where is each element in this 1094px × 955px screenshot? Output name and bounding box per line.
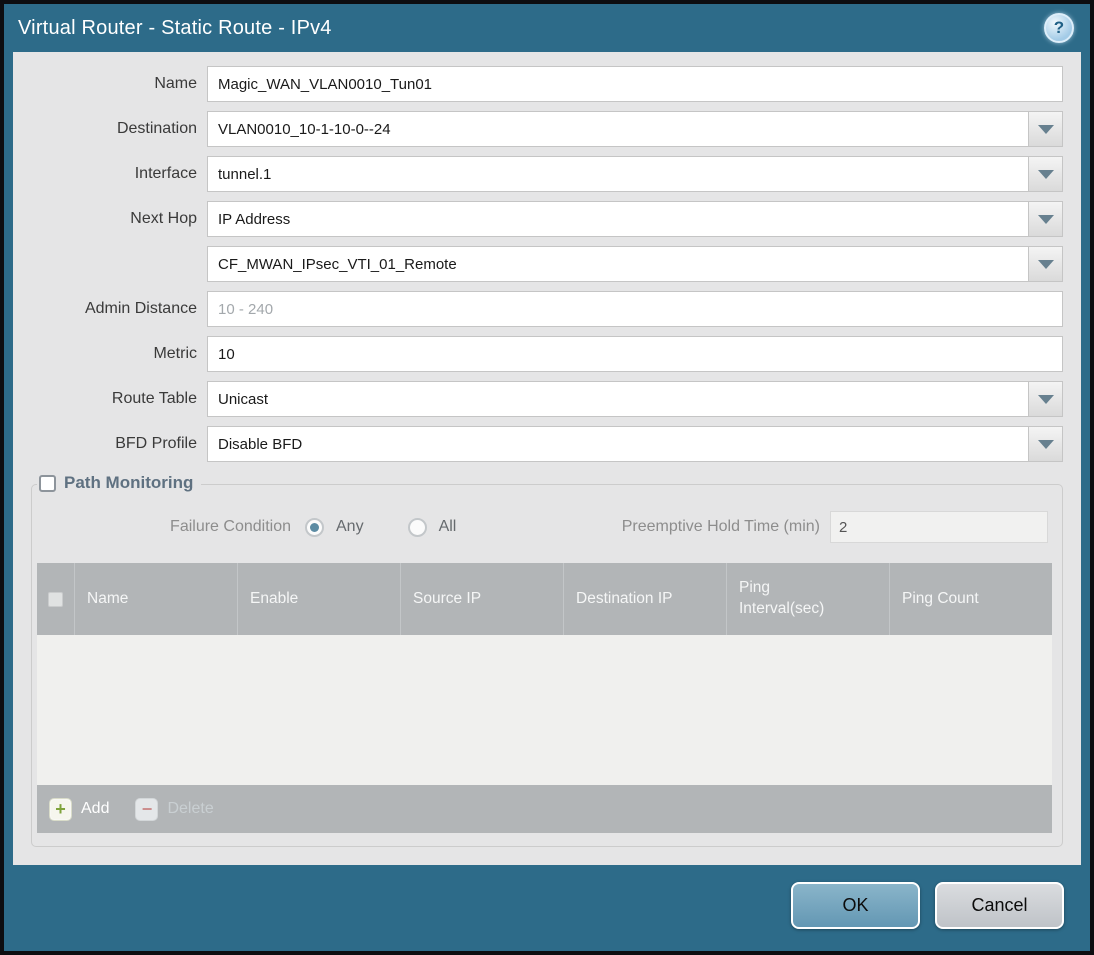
failure-condition-row: Failure Condition Any All Preemptive Hol… [35,511,1048,543]
destination-value[interactable]: VLAN0010_10-1-10-0--24 [208,112,1028,146]
route-table-label: Route Table [111,390,197,407]
ok-button[interactable]: OK [791,881,920,929]
path-monitoring-title: Path Monitoring [64,473,194,492]
destination-label: Destination [116,120,197,137]
form-row-next-hop-address: CF_MWAN_IPsec_VTI_01_Remote [31,246,1063,282]
add-button[interactable]: + Add [49,797,110,821]
admin-distance-field [207,291,1063,327]
table-body-empty [37,635,1052,785]
name-input[interactable] [208,67,1062,101]
title-bar: Virtual Router - Static Route - IPv4 ? [4,4,1090,52]
dialog-frame: Virtual Router - Static Route - IPv4 ? N… [4,4,1090,951]
path-monitoring-table: Name Enable Source IP Destination IP Pin… [37,563,1052,833]
column-header-name[interactable]: Name [74,563,237,635]
form-row-interface: Interface tunnel.1 [31,156,1063,192]
radio-any-icon[interactable] [305,517,324,537]
chevron-down-icon [1037,439,1054,449]
interface-value[interactable]: tunnel.1 [208,157,1028,191]
column-header-destination-ip[interactable]: Destination IP [563,563,726,635]
route-table-dropdown-button[interactable] [1028,382,1062,416]
route-table-value[interactable]: Unicast [208,382,1028,416]
chevron-down-icon [1037,214,1054,224]
dialog-title: Virtual Router - Static Route - IPv4 [18,16,332,39]
metric-field [207,336,1063,372]
metric-label: Metric [153,345,197,362]
interface-field: tunnel.1 [207,156,1063,192]
plus-icon: + [49,797,72,821]
radio-any-label: Any [336,518,364,535]
select-all-checkbox[interactable] [48,591,63,607]
name-field [207,66,1063,102]
form-row-destination: Destination VLAN0010_10-1-10-0--24 [31,111,1063,147]
dialog-action-bar: OK Cancel [4,865,1090,951]
bfd-profile-dropdown-button[interactable] [1028,427,1062,461]
admin-distance-input[interactable] [208,292,1062,326]
form-row-admin-distance: Admin Distance [31,291,1063,327]
next-hop-address-value[interactable]: CF_MWAN_IPsec_VTI_01_Remote [208,247,1028,281]
cancel-button[interactable]: Cancel [935,881,1064,929]
next-hop-field: IP Address [207,201,1063,237]
bfd-profile-field: Disable BFD [207,426,1063,462]
route-table-field: Unicast [207,381,1063,417]
column-header-source-ip[interactable]: Source IP [400,563,563,635]
bfd-profile-value[interactable]: Disable BFD [208,427,1028,461]
next-hop-address-field: CF_MWAN_IPsec_VTI_01_Remote [207,246,1063,282]
admin-distance-label: Admin Distance [84,300,197,317]
next-hop-dropdown-button[interactable] [1028,202,1062,236]
failure-condition-any-option[interactable]: Any [305,517,364,537]
path-monitoring-checkbox[interactable] [39,474,56,492]
delete-button-label: Delete [167,800,214,817]
table-header-checkbox-cell [37,563,74,635]
form-row-route-table: Route Table Unicast [31,381,1063,417]
path-monitoring-legend: Path Monitoring [37,473,202,493]
table-header: Name Enable Source IP Destination IP Pin… [37,563,1052,635]
chevron-down-icon [1037,124,1054,134]
interface-dropdown-button[interactable] [1028,157,1062,191]
chevron-down-icon [1037,394,1054,404]
destination-field: VLAN0010_10-1-10-0--24 [207,111,1063,147]
failure-condition-all-option[interactable]: All [407,517,457,537]
next-hop-label: Next Hop [130,210,197,227]
delete-button[interactable]: − Delete [135,797,214,821]
next-hop-address-dropdown-button[interactable] [1028,247,1062,281]
minus-icon: − [135,797,159,821]
chevron-down-icon [1037,259,1054,269]
chevron-down-icon [1037,169,1054,179]
column-header-ping-count[interactable]: Ping Count [889,563,1052,635]
dialog-body: Name Destination VLAN0010_10-1-10-0--24 … [13,52,1081,865]
preemptive-hold-time-label: Preemptive Hold Time (min) [621,518,820,535]
name-label: Name [154,75,197,92]
dialog-window: Virtual Router - Static Route - IPv4 ? N… [0,0,1094,955]
path-monitoring-section: Path Monitoring Failure Condition Any Al… [31,473,1063,847]
radio-all-icon[interactable] [407,517,427,537]
interface-label: Interface [134,165,197,182]
metric-input[interactable] [208,337,1062,371]
bfd-profile-label: BFD Profile [115,435,197,452]
radio-all-label: All [438,518,457,535]
form-row-bfd-profile: BFD Profile Disable BFD [31,426,1063,462]
preemptive-hold-time-input[interactable] [830,511,1048,543]
destination-dropdown-button[interactable] [1028,112,1062,146]
form-row-metric: Metric [31,336,1063,372]
form-row-name: Name [31,66,1063,102]
failure-condition-label: Failure Condition [170,518,291,535]
next-hop-value[interactable]: IP Address [208,202,1028,236]
column-header-enable[interactable]: Enable [237,563,400,635]
help-icon[interactable]: ? [1044,13,1074,43]
table-footer: + Add − Delete [37,785,1052,833]
column-header-ping-interval[interactable]: Ping Interval(sec) [726,563,889,635]
form-row-next-hop: Next Hop IP Address [31,201,1063,237]
add-button-label: Add [81,800,110,817]
